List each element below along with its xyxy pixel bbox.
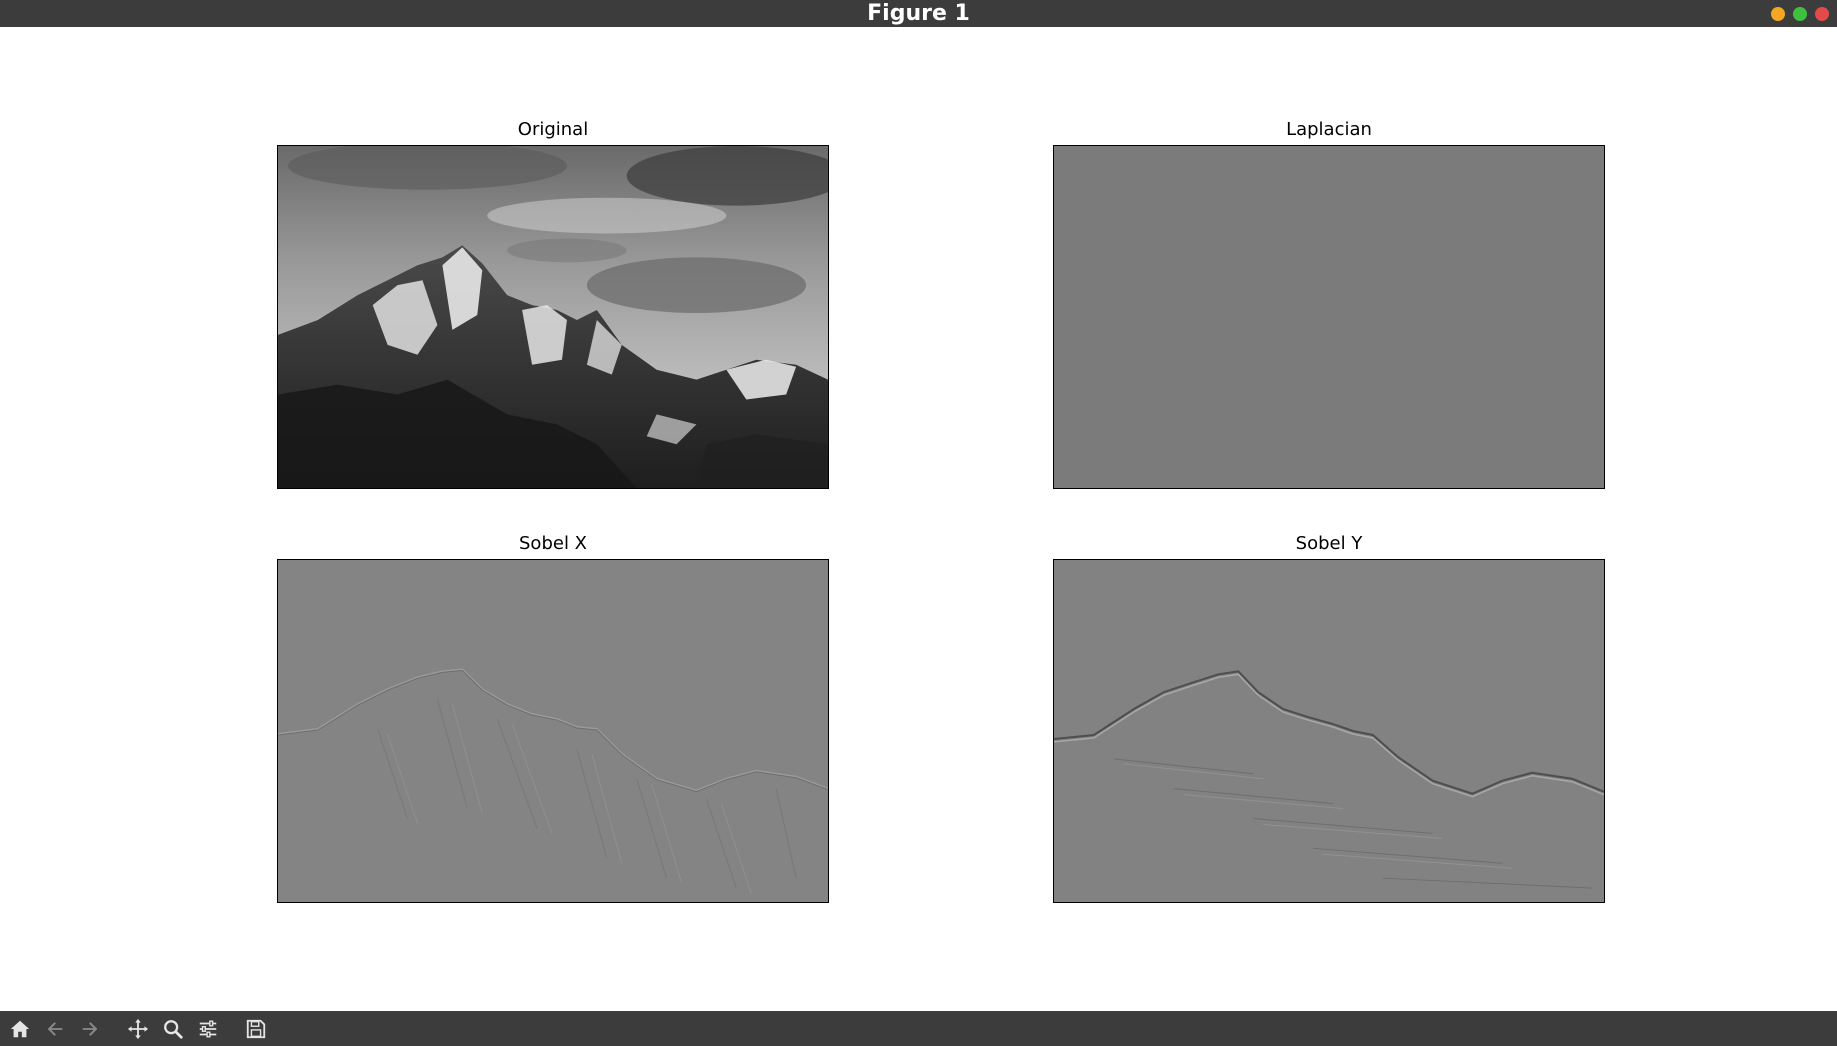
- pan-move-icon[interactable]: [126, 1017, 150, 1041]
- close-button[interactable]: [1815, 7, 1829, 21]
- subplot-original-image[interactable]: [277, 145, 829, 489]
- home-icon[interactable]: [8, 1017, 32, 1041]
- subplot-sobel-x-image[interactable]: [277, 559, 829, 903]
- subplot-sobel-y-image[interactable]: [1053, 559, 1605, 903]
- configure-subplots-icon[interactable]: [196, 1017, 220, 1041]
- subplot-title-original: Original: [517, 119, 589, 140]
- back-arrow-icon[interactable]: [43, 1017, 67, 1041]
- minimize-button[interactable]: [1771, 7, 1785, 21]
- save-floppy-icon[interactable]: [244, 1017, 268, 1041]
- subplot-title-sobel-x: Sobel X: [519, 533, 587, 554]
- subplot-title-sobel-y: Sobel Y: [1295, 533, 1363, 554]
- maximize-button[interactable]: [1793, 7, 1807, 21]
- navigation-toolbar: [0, 1011, 1837, 1046]
- window-title: Figure 1: [867, 1, 970, 26]
- window-titlebar[interactable]: Figure 1: [0, 0, 1837, 27]
- subplot-laplacian-image[interactable]: [1053, 145, 1605, 489]
- subplot-title-laplacian: Laplacian: [1286, 119, 1372, 140]
- figure-canvas[interactable]: Original Laplacian Sobel X Sobel Y: [0, 27, 1837, 1011]
- forward-arrow-icon[interactable]: [78, 1017, 102, 1041]
- zoom-magnifier-icon[interactable]: [161, 1017, 185, 1041]
